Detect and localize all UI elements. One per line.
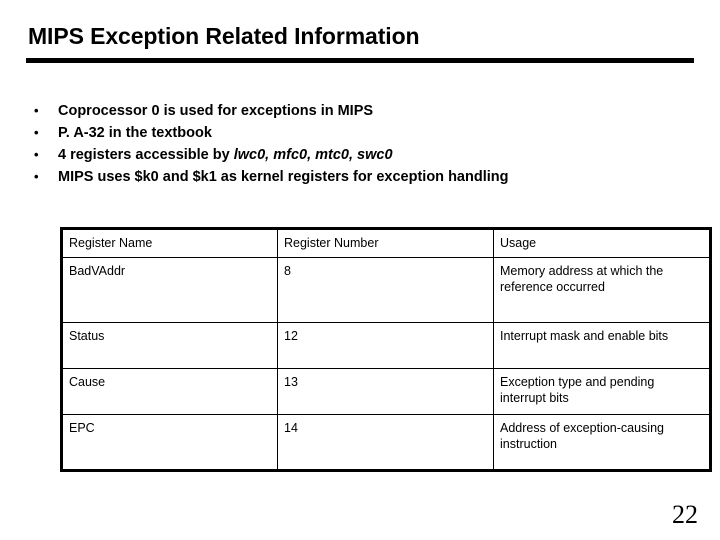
bullet-1-part-1: Coprocessor 0 is used for exceptions in … [58, 103, 374, 119]
table-row: BadVAddr 8 Memory address at which the r… [61, 257, 711, 323]
list-item: • MIPS uses $k0 and $k1 as kernel regist… [30, 166, 690, 188]
column-header-register-number: Register Number [277, 228, 494, 258]
cell-usage: Exception type and pending interrupt bit… [493, 368, 711, 415]
bullet-text-4: MIPS uses $k0 and $k1 as kernel register… [58, 166, 508, 188]
cell-register-name: Cause [61, 368, 278, 415]
list-item: • P. A-32 in the textbook [30, 122, 690, 144]
bullet-text-3: 4 registers accessible by lwc0, mfc0, mt… [58, 144, 393, 166]
register-table: Register Name Register Number Usage BadV… [60, 227, 712, 472]
title-divider-rule [26, 58, 694, 63]
bullet-2-part-1: P. A-32 in the textbook [58, 125, 212, 141]
cell-register-name: Status [61, 322, 278, 369]
list-item: • 4 registers accessible by lwc0, mfc0, … [30, 144, 690, 166]
page-title: MIPS Exception Related Information [28, 23, 420, 49]
cell-register-number: 13 [277, 368, 494, 415]
cell-usage: Memory address at which the reference oc… [493, 257, 711, 323]
table-row: Cause 13 Exception type and pending inte… [61, 368, 711, 415]
cell-register-number: 12 [277, 322, 494, 369]
cell-register-name: EPC [61, 414, 278, 471]
cell-register-number: 14 [277, 414, 494, 471]
bullet-marker-icon: • [34, 103, 39, 118]
bullet-3-part-2-italic: lwc0, mfc0, mtc0, swc0 [233, 147, 393, 163]
column-header-usage: Usage [493, 228, 711, 258]
bullet-marker-icon: • [34, 169, 39, 184]
cell-usage: Address of exception-causing instruction [493, 414, 711, 471]
slide-canvas: MIPS Exception Related Information • Cop… [0, 0, 720, 540]
bullet-4-part-1: MIPS uses $k0 and $k1 as kernel register… [58, 169, 509, 185]
bullet-3-part-1: 4 registers accessible by [58, 147, 234, 163]
list-item: • Coprocessor 0 is used for exceptions i… [30, 100, 690, 122]
bullet-text-1: Coprocessor 0 is used for exceptions in … [58, 100, 373, 122]
page-number: 22 [672, 500, 698, 529]
bullet-text-2: P. A-32 in the textbook [58, 122, 212, 144]
bullet-list: • Coprocessor 0 is used for exceptions i… [30, 100, 690, 188]
table-row: EPC 14 Address of exception-causing inst… [61, 414, 711, 471]
bullet-marker-icon: • [34, 125, 39, 140]
bullet-marker-icon: • [34, 147, 39, 162]
cell-register-name: BadVAddr [61, 257, 278, 323]
table-row: Status 12 Interrupt mask and enable bits [61, 322, 711, 369]
column-header-register-name: Register Name [61, 228, 278, 258]
cell-usage: Interrupt mask and enable bits [493, 322, 711, 369]
cell-register-number: 8 [277, 257, 494, 323]
table-header-row: Register Name Register Number Usage [61, 228, 711, 258]
